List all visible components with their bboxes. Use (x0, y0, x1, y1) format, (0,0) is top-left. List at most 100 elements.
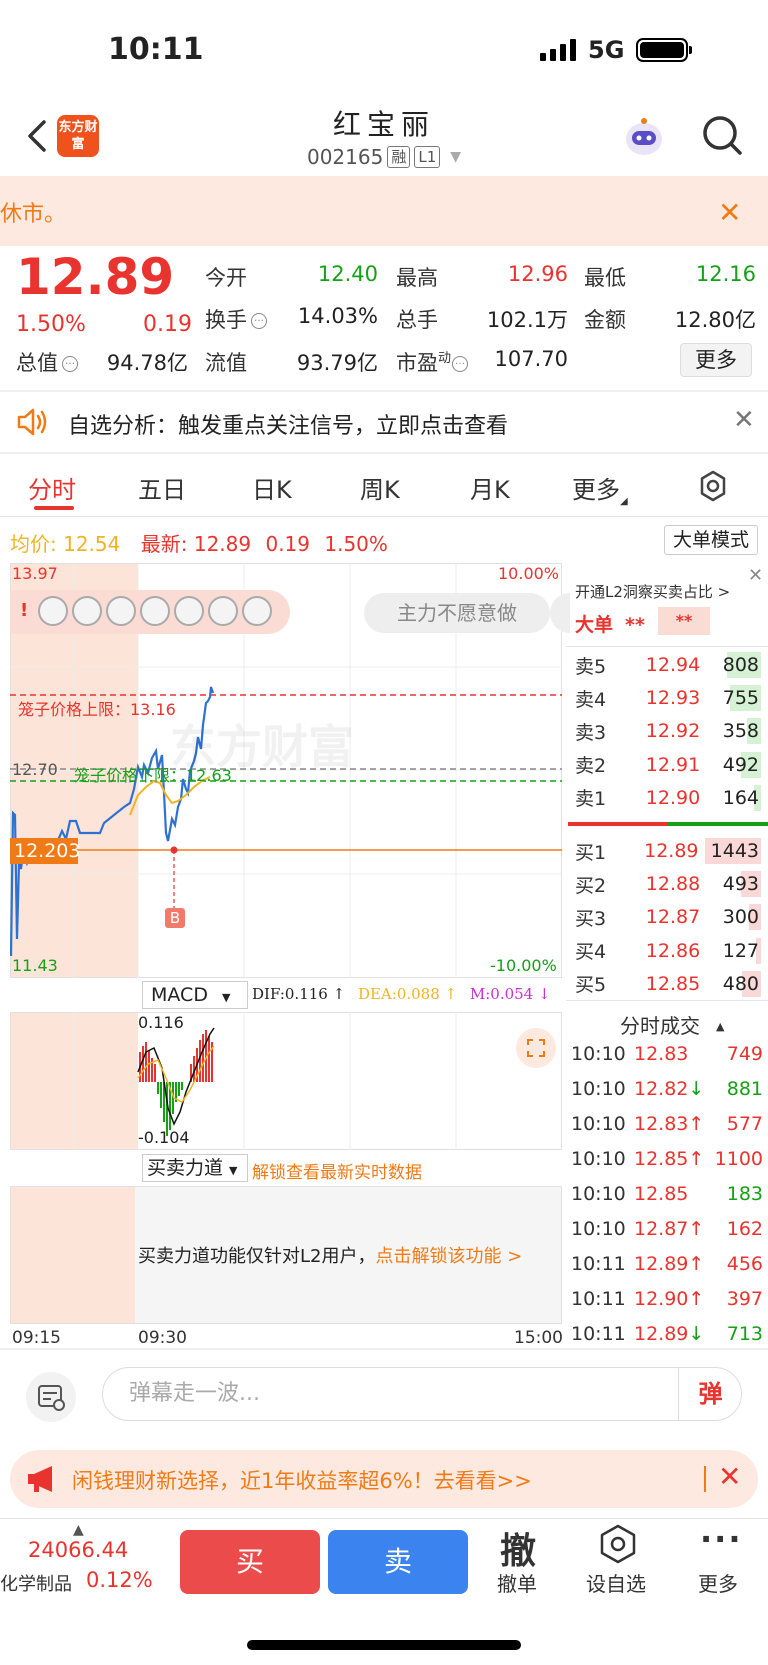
indicator-select-macd[interactable]: MACD ▼ (142, 981, 248, 1009)
trade-price: 12.89↓ (634, 1323, 705, 1345)
order-book-row[interactable]: 卖4 12.93 755 (575, 685, 761, 712)
arrow-up-icon: ↑ (688, 1218, 705, 1240)
trade-time: 10:10 (571, 1113, 626, 1135)
buy-button[interactable]: 买 (180, 1530, 320, 1594)
trade-volume: 397 (726, 1288, 763, 1310)
buy-marker[interactable]: B (165, 908, 185, 928)
danmu-bubble[interactable]: 主力不愿意做 (364, 593, 550, 633)
promo-text[interactable]: 闲钱理财新选择，近1年收益率超6%！去看看>> (72, 1465, 532, 1495)
order-book-row[interactable]: 卖2 12.91 492 (575, 751, 761, 778)
danmu-send-button[interactable]: 弹 (678, 1368, 742, 1420)
status-indicators: 5G (540, 36, 693, 64)
turnover-label: 换手… (205, 304, 267, 334)
market-cap-label: 总值… (16, 347, 78, 377)
order-book-row[interactable]: 卖1 12.90 164 (575, 784, 761, 811)
more-button[interactable]: 更多 (698, 1568, 738, 1597)
trade-time: 10:10 (571, 1078, 626, 1100)
order-book-row[interactable]: 买3 12.87 300 (575, 904, 761, 931)
order-volume: 1443 (705, 838, 761, 864)
order-book-row[interactable]: 买2 12.88 493 (575, 871, 761, 898)
caret-down-icon: ◢ (620, 496, 628, 507)
sell-button[interactable]: 卖 (328, 1530, 468, 1594)
indicator-select-force[interactable]: 买卖力道 ▼ (142, 1154, 248, 1182)
tab-monthly-k[interactable]: 月K (470, 470, 510, 505)
order-volume: 358 (722, 718, 761, 745)
expand-icon[interactable] (516, 1028, 556, 1068)
trades-title[interactable]: 分时成交 ▲ (620, 1010, 724, 1039)
stock-name: 红宝丽 (332, 108, 435, 141)
index-value[interactable]: 24066.44 (28, 1538, 128, 1562)
macd-chart-svg (73, 1012, 457, 1150)
emoji-icon (106, 596, 136, 626)
order-volume: 164 (722, 784, 761, 811)
divider (0, 452, 768, 454)
analysis-text[interactable]: 自选分析：触发重点关注信号，立即点击查看 (68, 408, 508, 440)
order-level-label: 卖1 (575, 788, 607, 811)
search-icon[interactable] (700, 113, 744, 157)
close-icon[interactable]: ✕ (733, 405, 755, 435)
tab-weekly-k[interactable]: 周K (360, 470, 400, 505)
trade-row: 10:11 12.90↑ 397 (571, 1286, 763, 1312)
time-axis-open: 09:30 (138, 1328, 187, 1348)
crosshair-price-tag: 12.203 (10, 838, 80, 864)
tab-more[interactable]: 更多◢ (572, 470, 628, 507)
divider (566, 1000, 768, 1001)
quote-more-button[interactable]: 更多 (680, 343, 752, 377)
comment-settings-icon[interactable] (26, 1372, 76, 1422)
trade-price: 12.85 (634, 1183, 689, 1205)
tab-daily-k[interactable]: 日K (252, 470, 292, 505)
order-price: 12.90 (645, 786, 701, 809)
order-book-row[interactable]: 买1 12.89 1443 (575, 838, 761, 864)
order-level-label: 买3 (575, 907, 607, 930)
caret-up-icon: ▲ (716, 1020, 725, 1033)
order-book-row[interactable]: 买4 12.86 127 (575, 937, 761, 964)
close-icon[interactable]: ✕ (718, 196, 741, 229)
close-icon[interactable]: ✕ (748, 565, 763, 586)
info-icon[interactable]: … (452, 356, 469, 372)
index-name[interactable]: 化学制品 (0, 1570, 72, 1596)
info-icon[interactable]: … (251, 313, 267, 329)
app-logo: 东方财富 (57, 115, 99, 157)
add-favorite-icon[interactable] (598, 1524, 638, 1564)
order-book-row[interactable]: 卖5 12.94 808 (575, 652, 761, 678)
add-favorite-button[interactable]: 设自选 (586, 1568, 646, 1597)
danmu-input[interactable]: 弹幕走一波... (102, 1367, 742, 1421)
order-book-row[interactable]: 买5 12.85 480 (575, 970, 761, 997)
info-icon[interactable]: … (62, 356, 78, 372)
stock-code-line[interactable]: 002165 融 L1 ▼ (284, 145, 484, 169)
trade-time: 10:10 (571, 1043, 626, 1065)
volume-value: 102.1万 (486, 308, 568, 332)
tab-five-day[interactable]: 五日 (138, 470, 186, 505)
trade-row: 10:10 12.85 183 (571, 1181, 763, 1207)
force-auction-shade (11, 1187, 135, 1323)
macd-top-value: 0.116 (138, 1013, 184, 1032)
market-notice-banner (0, 176, 768, 246)
arrow-up-icon: ↑ (688, 1113, 705, 1135)
big-order-mode-button[interactable]: 大单模式 (664, 525, 758, 555)
order-book-row[interactable]: 卖3 12.92 358 (575, 718, 761, 745)
cancel-order-button[interactable]: 撤单 (497, 1568, 537, 1597)
float-cap-value: 93.79亿 (296, 351, 378, 375)
cancel-order-icon[interactable]: 撤 (500, 1522, 536, 1574)
trade-row: 10:10 12.83 749 (571, 1041, 763, 1067)
macd-dea: DEA:0.088 ↑ (357, 985, 458, 1003)
close-icon[interactable]: ✕ (718, 1460, 741, 1493)
tab-intraday[interactable]: 分时 (28, 470, 76, 505)
arrow-down-icon: ↓ (688, 1323, 705, 1345)
force-unlock-link[interactable]: 解锁查看最新实时数据 (252, 1158, 422, 1183)
force-unlock-feature-link[interactable]: 点击解锁该功能 > (375, 1246, 522, 1267)
more-icon[interactable]: ··· (700, 1520, 742, 1558)
gear-icon[interactable] (697, 470, 729, 502)
order-level-label: 买2 (575, 874, 607, 897)
megaphone-icon (28, 1466, 52, 1492)
robot-assistant-icon[interactable] (622, 115, 666, 159)
trade-row: 10:10 12.82↓ 881 (571, 1076, 763, 1102)
y-axis-top-percent: 10.00% (498, 564, 560, 583)
high-label: 最高 (396, 266, 438, 290)
high-value: 12.96 (507, 262, 568, 286)
back-icon[interactable] (24, 118, 52, 154)
order-price: 12.87 (645, 906, 701, 929)
latest-label: 最新: (140, 532, 188, 556)
l2-upgrade-link[interactable]: 开通L2洞察买卖占比 > (575, 581, 730, 602)
order-volume: 300 (722, 904, 761, 931)
